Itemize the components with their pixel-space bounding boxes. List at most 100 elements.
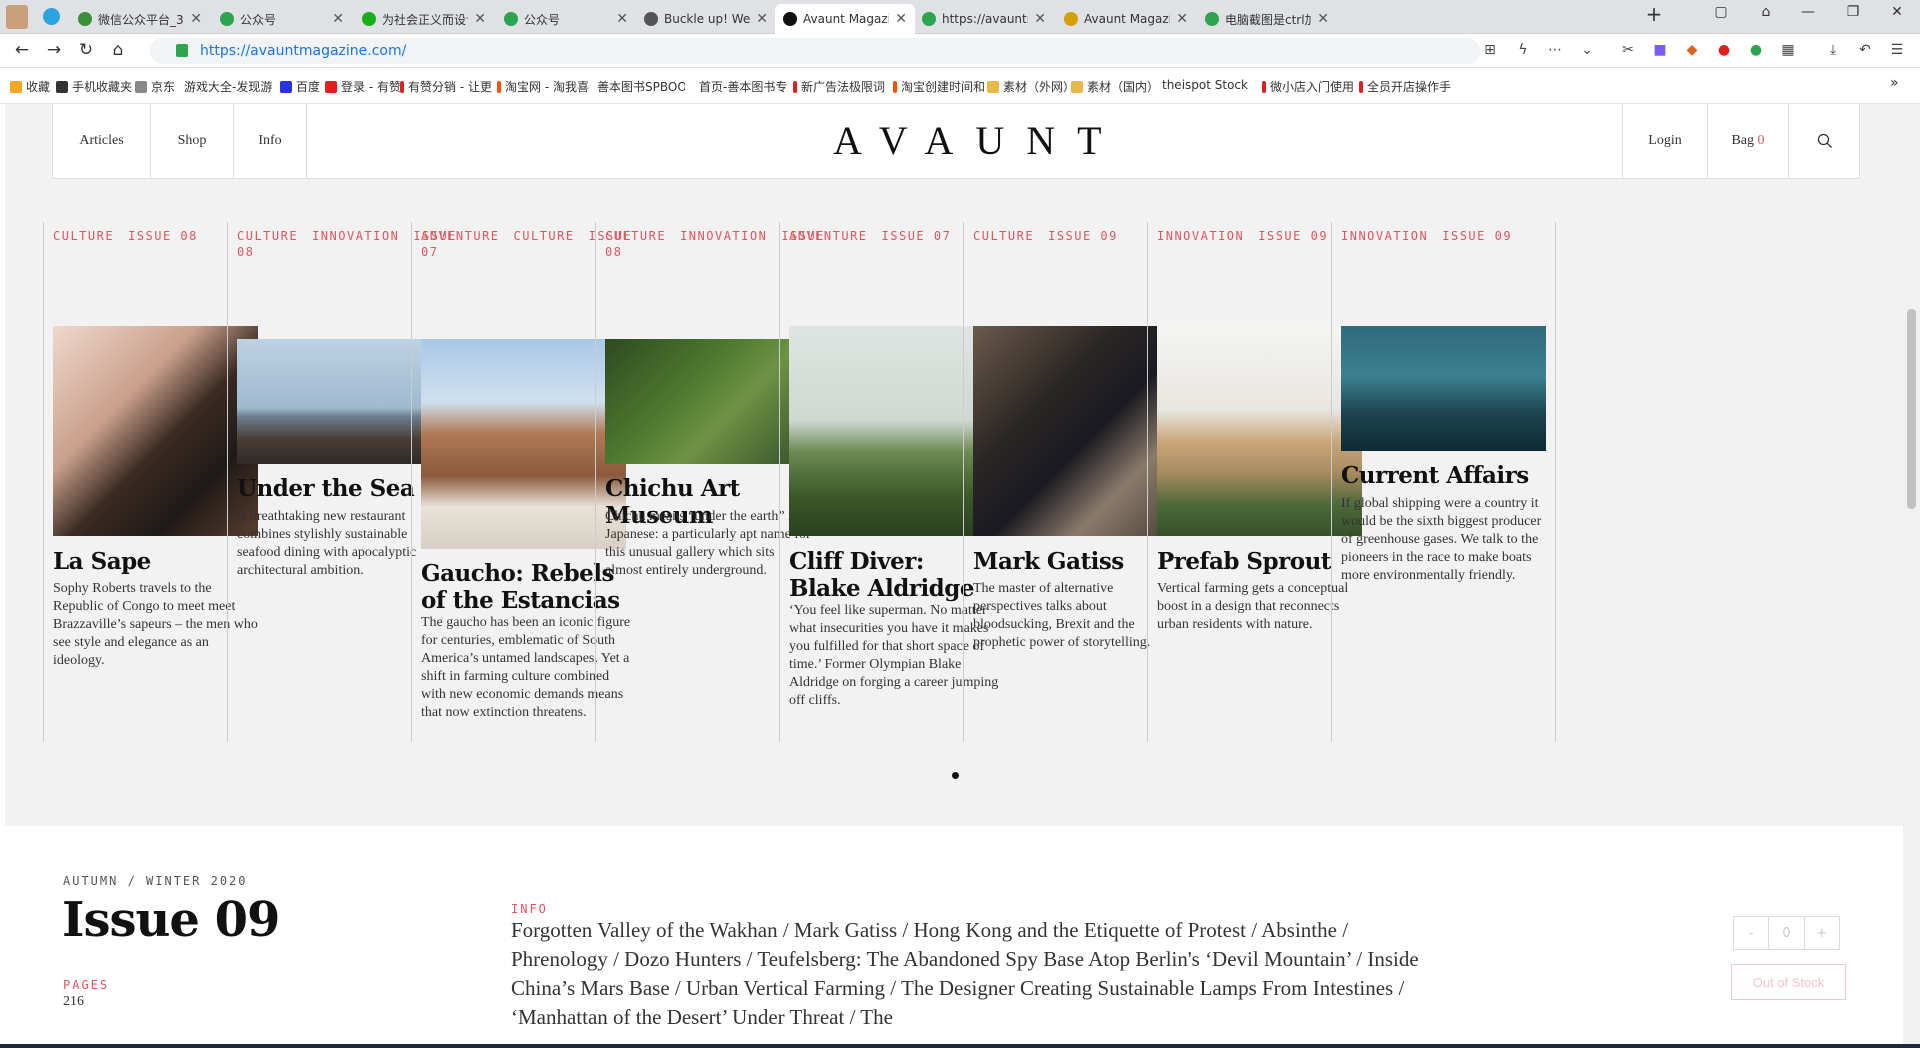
nav-login[interactable]: Login <box>1622 104 1707 178</box>
bookmark-favicon-icon <box>10 80 22 93</box>
tab-close-icon[interactable]: ✕ <box>1176 11 1188 27</box>
browser-tab[interactable]: 电脑截图是ctrl加什么 ✕ <box>1197 4 1337 34</box>
article-tag[interactable]: Issue 09 <box>1442 229 1512 243</box>
qty-value[interactable]: 0 <box>1769 917 1805 949</box>
browser-tab[interactable]: Avaunt Magazine | ✕ <box>775 4 915 34</box>
article-tag[interactable]: Innovation <box>680 229 767 243</box>
tab-close-icon[interactable]: ✕ <box>190 11 202 27</box>
download-icon[interactable]: ⤓ <box>1823 42 1843 58</box>
telegram-icon[interactable] <box>43 8 60 25</box>
tab-close-icon[interactable]: ✕ <box>895 11 907 27</box>
article-tag[interactable]: Innovation <box>1341 229 1428 243</box>
tab-close-icon[interactable]: ✕ <box>474 11 486 27</box>
tab-close-icon[interactable]: ✕ <box>616 11 628 27</box>
article-tag[interactable]: Innovation <box>1157 229 1244 243</box>
browser-tab[interactable]: 公众号 ✕ <box>496 4 636 34</box>
browser-tab[interactable]: Avaunt Magazine I ✕ <box>1056 4 1196 34</box>
article-title[interactable]: Current Affairs <box>1341 462 1551 489</box>
undo-icon[interactable]: ↶ <box>1855 42 1875 58</box>
red-extension-icon[interactable]: ● <box>1714 42 1734 58</box>
back-icon[interactable]: ← <box>10 40 34 60</box>
bookmark-item[interactable]: 百度 <box>280 78 320 95</box>
browser-tab[interactable]: 微信公众平台_360搜 ✕ <box>70 4 210 34</box>
tab-close-icon[interactable]: ✕ <box>1034 11 1046 27</box>
article-tag[interactable]: Culture <box>514 229 575 243</box>
close-window-icon[interactable]: ✕ <box>1884 4 1910 20</box>
article-tag[interactable]: Culture <box>53 229 114 243</box>
bookmark-item[interactable]: 善本图书SPBOO <box>593 78 685 95</box>
more-icon[interactable]: ⋯ <box>1545 42 1565 58</box>
tab-favicon-icon <box>783 12 797 26</box>
forward-icon[interactable]: → <box>42 40 66 60</box>
bookmark-item[interactable]: 手机收藏夹 <box>56 78 132 95</box>
translate-icon[interactable]: ⊞ <box>1480 42 1500 58</box>
bookmarks-more-button[interactable]: » <box>1890 75 1899 91</box>
home-icon[interactable]: ⌂ <box>106 40 130 60</box>
reload-icon[interactable]: ↻ <box>74 40 98 60</box>
browser-tab[interactable]: 公众号 ✕ <box>212 4 352 34</box>
bookmark-item[interactable]: 登录 - 有赞 <box>325 78 401 95</box>
bookmark-item[interactable]: 收藏 <box>10 78 50 95</box>
tab-favicon-icon <box>1205 12 1219 26</box>
menu-icon[interactable]: ☰ <box>1887 42 1907 58</box>
scissors-icon[interactable]: ✂ <box>1618 42 1638 58</box>
lightning-icon[interactable]: ϟ <box>1513 42 1533 58</box>
shirt-icon[interactable]: ⌂ <box>1753 4 1779 20</box>
article-tag[interactable]: Issue 07 <box>882 229 952 243</box>
site-header: Articles Shop Info AVAUNT Login Bag 0 <box>52 104 1860 179</box>
minimize-icon[interactable]: — <box>1795 4 1821 20</box>
article-tag[interactable]: Adventure <box>789 229 868 243</box>
bookmark-item[interactable]: 首页-善本图书专 <box>695 78 787 95</box>
scrollbar[interactable] <box>1903 104 1920 1044</box>
bookmark-item[interactable]: theispot Stock S <box>1158 78 1250 92</box>
tab-favicon-icon <box>644 12 658 26</box>
new-tab-button[interactable]: + <box>1641 2 1667 26</box>
tab-count-icon[interactable]: ▢ <box>1708 4 1734 20</box>
site-logo[interactable]: AVAUNT <box>833 116 1102 166</box>
nav-articles[interactable]: Articles <box>53 104 151 178</box>
gamepad-icon[interactable]: ◆ <box>1682 42 1702 58</box>
nav-bag[interactable]: Bag 0 <box>1707 104 1788 178</box>
bookmark-item[interactable]: 游戏大全-发现游 <box>180 78 272 95</box>
bookmark-item[interactable]: 淘宝网 - 淘我喜 <box>497 78 589 95</box>
bookmark-item[interactable]: 淘宝创建时间和 <box>893 78 985 95</box>
tab-close-icon[interactable]: ✕ <box>1317 11 1329 27</box>
url-input[interactable]: https://avauntmagazine.com/ <box>150 38 1480 64</box>
bookmark-item[interactable]: 有赞分销 - 让更 <box>400 78 492 95</box>
article-tag[interactable]: Issue 08 <box>128 229 198 243</box>
qty-plus-button[interactable]: + <box>1805 917 1839 949</box>
tab-close-icon[interactable]: ✕ <box>756 11 768 27</box>
browser-tab[interactable]: https://avauntmag ✕ <box>914 4 1054 34</box>
browser-tab[interactable]: Buckle up! We' ✕ <box>636 4 776 34</box>
article-tag[interactable]: Adventure <box>421 229 500 243</box>
qty-minus-button[interactable]: - <box>1734 917 1770 949</box>
article-tag[interactable]: Innovation <box>312 229 399 243</box>
search-button[interactable] <box>1788 104 1860 178</box>
bookmark-item[interactable]: 素材（国内） <box>1071 78 1159 95</box>
extension-icon[interactable]: ■ <box>1650 42 1670 58</box>
bookmark-item[interactable]: 京东 <box>135 78 175 95</box>
url-text: https://avauntmagazine.com/ <box>200 43 407 59</box>
scrollbar-thumb[interactable] <box>1907 309 1916 509</box>
nav-info[interactable]: Info <box>234 104 307 178</box>
tab-close-icon[interactable]: ✕ <box>332 11 344 27</box>
green-check-icon[interactable]: ● <box>1746 42 1766 58</box>
bookmark-item[interactable]: 素材（外网） <box>987 78 1075 95</box>
browser-tab[interactable]: 为社会正义而设计的 ✕ <box>354 4 494 34</box>
bookmark-item[interactable]: 微小店入门使用 <box>1262 78 1354 95</box>
bookmark-item[interactable]: 全员开店操作手 <box>1359 78 1451 95</box>
article-tag[interactable]: Issue 09 <box>1258 229 1328 243</box>
article-tag[interactable]: Culture <box>605 229 666 243</box>
article-tag[interactable]: Culture <box>973 229 1034 243</box>
article-tag[interactable]: Issue 09 <box>1048 229 1118 243</box>
nav-shop[interactable]: Shop <box>151 104 234 178</box>
chevron-down-icon[interactable]: ⌄ <box>1577 42 1597 58</box>
article-tag[interactable]: Culture <box>237 229 298 243</box>
apps-grid-icon[interactable]: ▦ <box>1778 42 1798 58</box>
carousel-dot[interactable] <box>952 772 959 779</box>
bookmark-item[interactable]: 新广告法极限词 <box>793 78 885 95</box>
article-image[interactable] <box>1341 326 1546 451</box>
article-card[interactable]: Innovation Issue 09 Current Affairs If glob… <box>1331 222 1556 742</box>
restore-icon[interactable]: ❐ <box>1840 4 1866 20</box>
profile-avatar[interactable] <box>6 5 28 29</box>
